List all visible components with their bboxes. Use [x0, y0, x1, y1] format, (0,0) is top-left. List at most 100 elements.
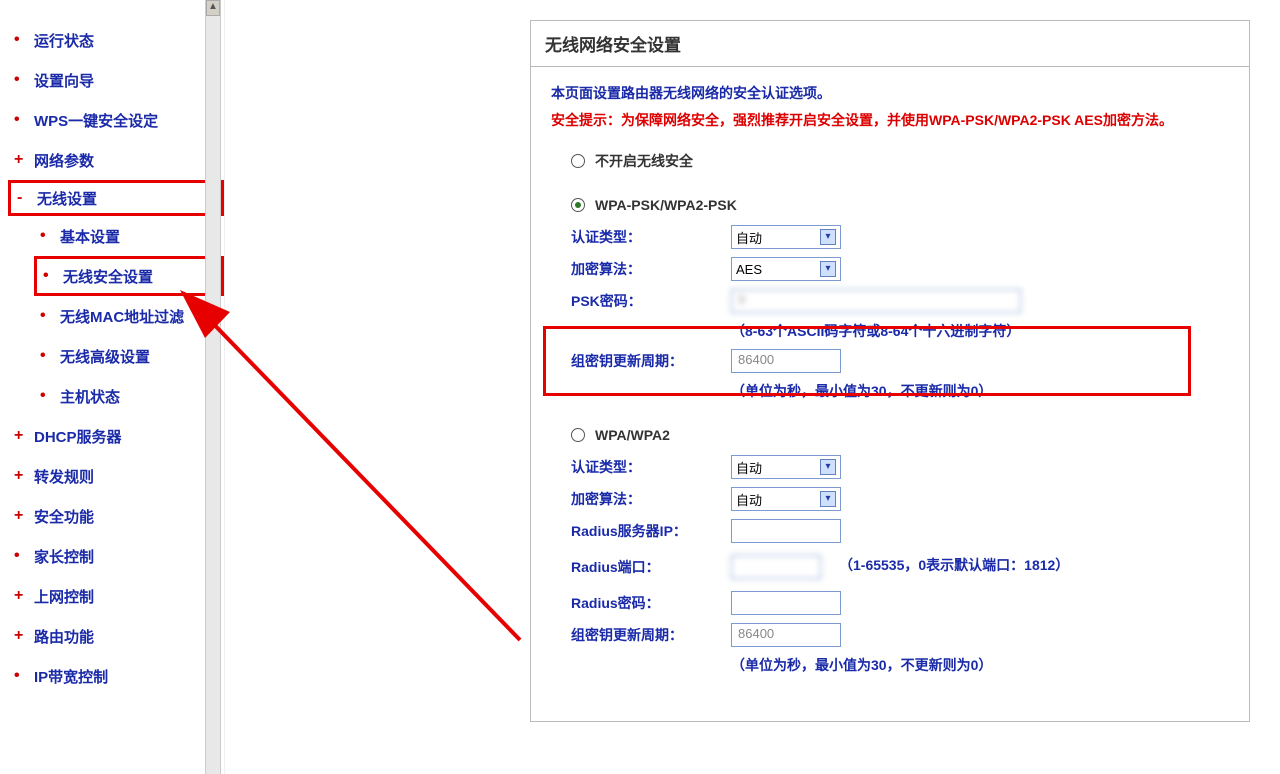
security-tip: 安全提示：为保障网络安全，强烈推荐开启安全设置，并使用WPA-PSK/WPA2-… — [551, 109, 1229, 131]
bullet-icon: • — [14, 71, 26, 89]
panel-body: 本页面设置路由器无线网络的安全认证选项。 安全提示：为保障网络安全，强烈推荐开启… — [531, 67, 1249, 721]
chevron-down-icon: ▾ — [820, 261, 836, 277]
rekey-hint: （单位为秒，最小值为30，不更新则为0） — [731, 381, 1229, 401]
row-psk: PSK密码： 9 — [571, 289, 1229, 313]
select-value: 自动 — [736, 458, 762, 477]
select-value: 自动 — [736, 490, 762, 509]
plus-icon: + — [14, 587, 26, 605]
bullet-icon: • — [40, 227, 52, 245]
field-label: 加密算法： — [571, 259, 731, 279]
field-label: 认证类型： — [571, 457, 731, 477]
plus-icon: + — [14, 151, 26, 169]
nav-label: WPS一键安全设定 — [34, 110, 158, 131]
plus-icon: + — [14, 467, 26, 485]
nav-wireless-security[interactable]: • 无线安全设置 — [34, 256, 224, 296]
field-label: 组密钥更新周期： — [571, 625, 731, 645]
wpa-rekey-input[interactable]: 86400 — [731, 623, 841, 647]
chevron-down-icon: ▾ — [820, 229, 836, 245]
radius-ip-input[interactable] — [731, 519, 841, 543]
nav-label: 无线设置 — [37, 188, 97, 209]
radio-disable-security[interactable]: 不开启无线安全 — [571, 151, 1229, 171]
field-label: 组密钥更新周期： — [571, 351, 731, 371]
nav-network-params[interactable]: + 网络参数 — [14, 140, 224, 180]
select-auth-type[interactable]: 自动 ▾ — [731, 225, 841, 249]
radio-wpa[interactable]: WPA/WPA2 — [571, 427, 1229, 443]
nav-label: 设置向导 — [34, 70, 94, 91]
nav-basic-settings[interactable]: • 基本设置 — [14, 216, 224, 256]
bullet-icon: • — [40, 387, 52, 405]
row-wpa-rekey: 组密钥更新周期： 86400 — [571, 623, 1229, 647]
bullet-icon: • — [14, 667, 26, 685]
select-wpa-enc[interactable]: 自动 ▾ — [731, 487, 841, 511]
nav-host-status[interactable]: • 主机状态 — [14, 376, 224, 416]
nav-dhcp[interactable]: + DHCP服务器 — [14, 416, 224, 456]
row-wpa-enc: 加密算法： 自动 ▾ — [571, 487, 1229, 511]
chevron-down-icon: ▾ — [820, 491, 836, 507]
nav-label: 无线安全设置 — [63, 266, 153, 287]
nav-label: 运行状态 — [34, 30, 94, 51]
nav-label: 上网控制 — [34, 586, 94, 607]
section-wpa: WPA/WPA2 认证类型： 自动 ▾ 加密算法： 自动 ▾ Radius服务器… — [571, 427, 1229, 675]
nav-setup-wizard[interactable]: • 设置向导 — [14, 60, 224, 100]
row-wpa-auth: 认证类型： 自动 ▾ — [571, 455, 1229, 479]
plus-icon: + — [14, 507, 26, 525]
nav-run-status[interactable]: • 运行状态 — [14, 20, 224, 60]
chevron-down-icon: ▾ — [820, 459, 836, 475]
row-radius-port: Radius端口： （1-65535，0表示默认端口：1812） — [571, 551, 1229, 583]
bullet-icon: • — [14, 31, 26, 49]
intro-text: 本页面设置路由器无线网络的安全认证选项。 — [551, 83, 1229, 103]
nav-wps[interactable]: •WPS一键安全设定 — [14, 100, 224, 140]
panel-title: 无线网络安全设置 — [531, 21, 1249, 67]
nav-label: 基本设置 — [60, 226, 120, 247]
nav-mac-filter[interactable]: •无线MAC地址过滤 — [14, 296, 224, 336]
field-label: Radius密码： — [571, 593, 731, 613]
field-label: 加密算法： — [571, 489, 731, 509]
bullet-icon: • — [40, 307, 52, 325]
radio-label: WPA-PSK/WPA2-PSK — [595, 197, 737, 213]
scroll-up-icon[interactable]: ▲ — [206, 0, 220, 16]
nav-label: DHCP服务器 — [34, 426, 122, 447]
row-encrypt: 加密算法： AES ▾ — [571, 257, 1229, 281]
psk-hint: （8-63个ASCII码字符或8-64个十六进制字符） — [731, 321, 1229, 341]
radio-icon — [571, 428, 585, 442]
select-value: 自动 — [736, 228, 762, 247]
scrollbar[interactable]: ▲ — [205, 0, 221, 774]
select-wpa-auth[interactable]: 自动 ▾ — [731, 455, 841, 479]
nav-security[interactable]: + 安全功能 — [14, 496, 224, 536]
radio-wpapsk[interactable]: WPA-PSK/WPA2-PSK — [571, 197, 1229, 213]
field-label: 认证类型： — [571, 227, 731, 247]
nav-label: 主机状态 — [60, 386, 120, 407]
nav-label: 转发规则 — [34, 466, 94, 487]
radius-port-hint: （1-65535，0表示默认端口：1812） — [839, 555, 1069, 575]
psk-password-input[interactable]: 9 — [731, 289, 1021, 313]
rekey-input[interactable]: 86400 — [731, 349, 841, 373]
bullet-icon: • — [40, 347, 52, 365]
nav-list: •运行状态 •设置向导 •WPS一键安全设定 +网络参数 -无线设置 •基本设置… — [0, 0, 224, 696]
radius-port-input[interactable] — [731, 555, 821, 579]
nav-label: 路由功能 — [34, 626, 94, 647]
row-rekey: 组密钥更新周期： 86400 — [571, 349, 1229, 373]
radius-pwd-input[interactable] — [731, 591, 841, 615]
minus-icon: - — [17, 189, 29, 207]
radio-label: WPA/WPA2 — [595, 427, 670, 443]
nav-forwarding[interactable]: + 转发规则 — [14, 456, 224, 496]
radio-label: 不开启无线安全 — [595, 151, 693, 171]
nav-label: 无线高级设置 — [60, 346, 150, 367]
nav-access-control[interactable]: + 上网控制 — [14, 576, 224, 616]
nav-wireless-settings[interactable]: -无线设置 — [8, 180, 224, 216]
select-encrypt[interactable]: AES ▾ — [731, 257, 841, 281]
nav-bandwidth[interactable]: • IP带宽控制 — [14, 656, 224, 696]
nav-wireless-advanced[interactable]: • 无线高级设置 — [14, 336, 224, 376]
nav-label: 安全功能 — [34, 506, 94, 527]
nav-label: 网络参数 — [34, 150, 94, 171]
section-wpapsk: WPA-PSK/WPA2-PSK 认证类型： 自动 ▾ 加密算法： AES ▾ … — [571, 197, 1229, 401]
row-radius-pwd: Radius密码： — [571, 591, 1229, 615]
nav-parental[interactable]: •家长控制 — [14, 536, 224, 576]
nav-label: IP带宽控制 — [34, 666, 108, 687]
plus-icon: + — [14, 627, 26, 645]
nav-routing[interactable]: + 路由功能 — [14, 616, 224, 656]
radio-checked-icon — [571, 198, 585, 212]
bullet-icon: • — [43, 267, 55, 285]
main-panel: 无线网络安全设置 本页面设置路由器无线网络的安全认证选项。 安全提示：为保障网络… — [530, 20, 1250, 722]
plus-icon: + — [14, 427, 26, 445]
